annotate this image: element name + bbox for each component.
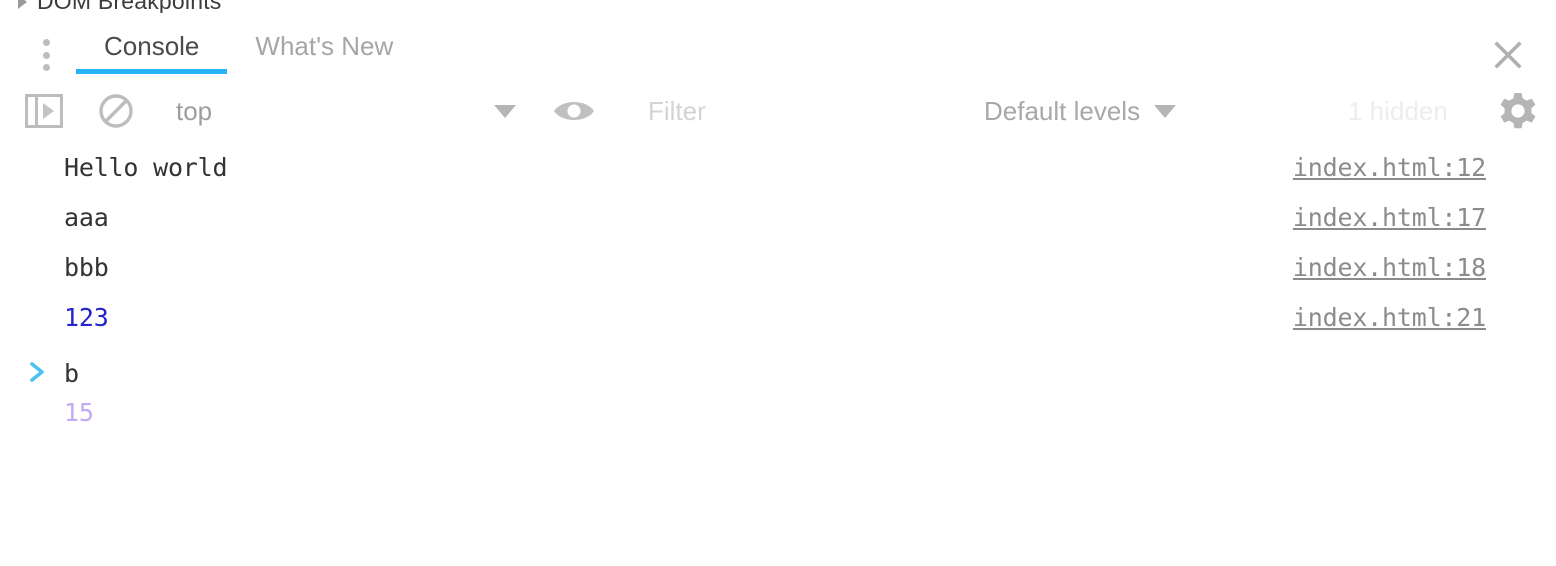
- console-message-row[interactable]: 123 index.html:21: [0, 292, 1556, 342]
- log-levels-value: Default levels: [984, 95, 1141, 126]
- tab-console-label: Console: [104, 30, 200, 61]
- console-message-source-link[interactable]: index.html:18: [1293, 253, 1486, 282]
- console-message-source-link[interactable]: index.html:21: [1293, 303, 1486, 332]
- clipped-panel-header: DOM Breakpoints: [0, 0, 1556, 13]
- tab-whats-new[interactable]: What's New: [227, 13, 421, 79]
- sidebar-toggle-icon[interactable]: [24, 82, 64, 140]
- console-prompt-input[interactable]: b: [64, 359, 79, 388]
- execution-context-value: top: [176, 95, 213, 126]
- console-message-text: bbb: [64, 252, 109, 282]
- console-message-row[interactable]: bbb index.html:18: [0, 242, 1556, 292]
- console-message-text: aaa: [64, 202, 109, 232]
- tab-console[interactable]: Console: [76, 13, 228, 79]
- chevron-right-icon[interactable]: [18, 0, 27, 9]
- chevron-down-icon: [1154, 104, 1177, 118]
- devtools-console-panel: DOM Breakpoints Console What's New top F…: [0, 0, 1556, 566]
- eye-icon[interactable]: [552, 82, 596, 140]
- console-toolbar: top Filter Default levels 1 hidden: [0, 82, 1556, 140]
- drawer-tabs: Console What's New: [76, 13, 421, 79]
- console-message-text: Hello world: [64, 152, 228, 182]
- gear-icon[interactable]: [1496, 82, 1540, 140]
- drawer-tabstrip: Console What's New: [0, 13, 1556, 79]
- tab-active-indicator: [76, 69, 228, 74]
- clear-console-icon[interactable]: [96, 82, 136, 140]
- filter-placeholder-text: Filter: [648, 95, 706, 126]
- console-message-row[interactable]: Hello world index.html:12: [0, 142, 1556, 192]
- console-eager-eval-hint: 15: [64, 398, 94, 427]
- hidden-messages-count: 1 hidden: [1348, 82, 1448, 140]
- console-message-row[interactable]: aaa index.html:17: [0, 192, 1556, 242]
- log-levels-select[interactable]: Default levels: [984, 82, 1177, 140]
- tab-whats-new-label: What's New: [255, 30, 394, 61]
- console-message-list: Hello world index.html:12 aaa index.html…: [0, 142, 1556, 342]
- prompt-chevron-icon: [26, 359, 52, 385]
- console-prompt[interactable]: b: [0, 348, 1556, 398]
- clipped-panel-title: DOM Breakpoints: [37, 0, 222, 13]
- close-icon[interactable]: [1488, 35, 1528, 75]
- console-message-text: 123: [64, 302, 109, 332]
- execution-context-select[interactable]: top: [176, 82, 516, 140]
- filter-input[interactable]: Filter: [648, 82, 968, 140]
- console-message-source-link[interactable]: index.html:12: [1293, 153, 1486, 182]
- chevron-down-icon: [494, 104, 516, 118]
- hidden-messages-label: 1 hidden: [1348, 95, 1448, 126]
- more-vertical-icon[interactable]: [38, 39, 54, 71]
- console-message-source-link[interactable]: index.html:17: [1293, 203, 1486, 232]
